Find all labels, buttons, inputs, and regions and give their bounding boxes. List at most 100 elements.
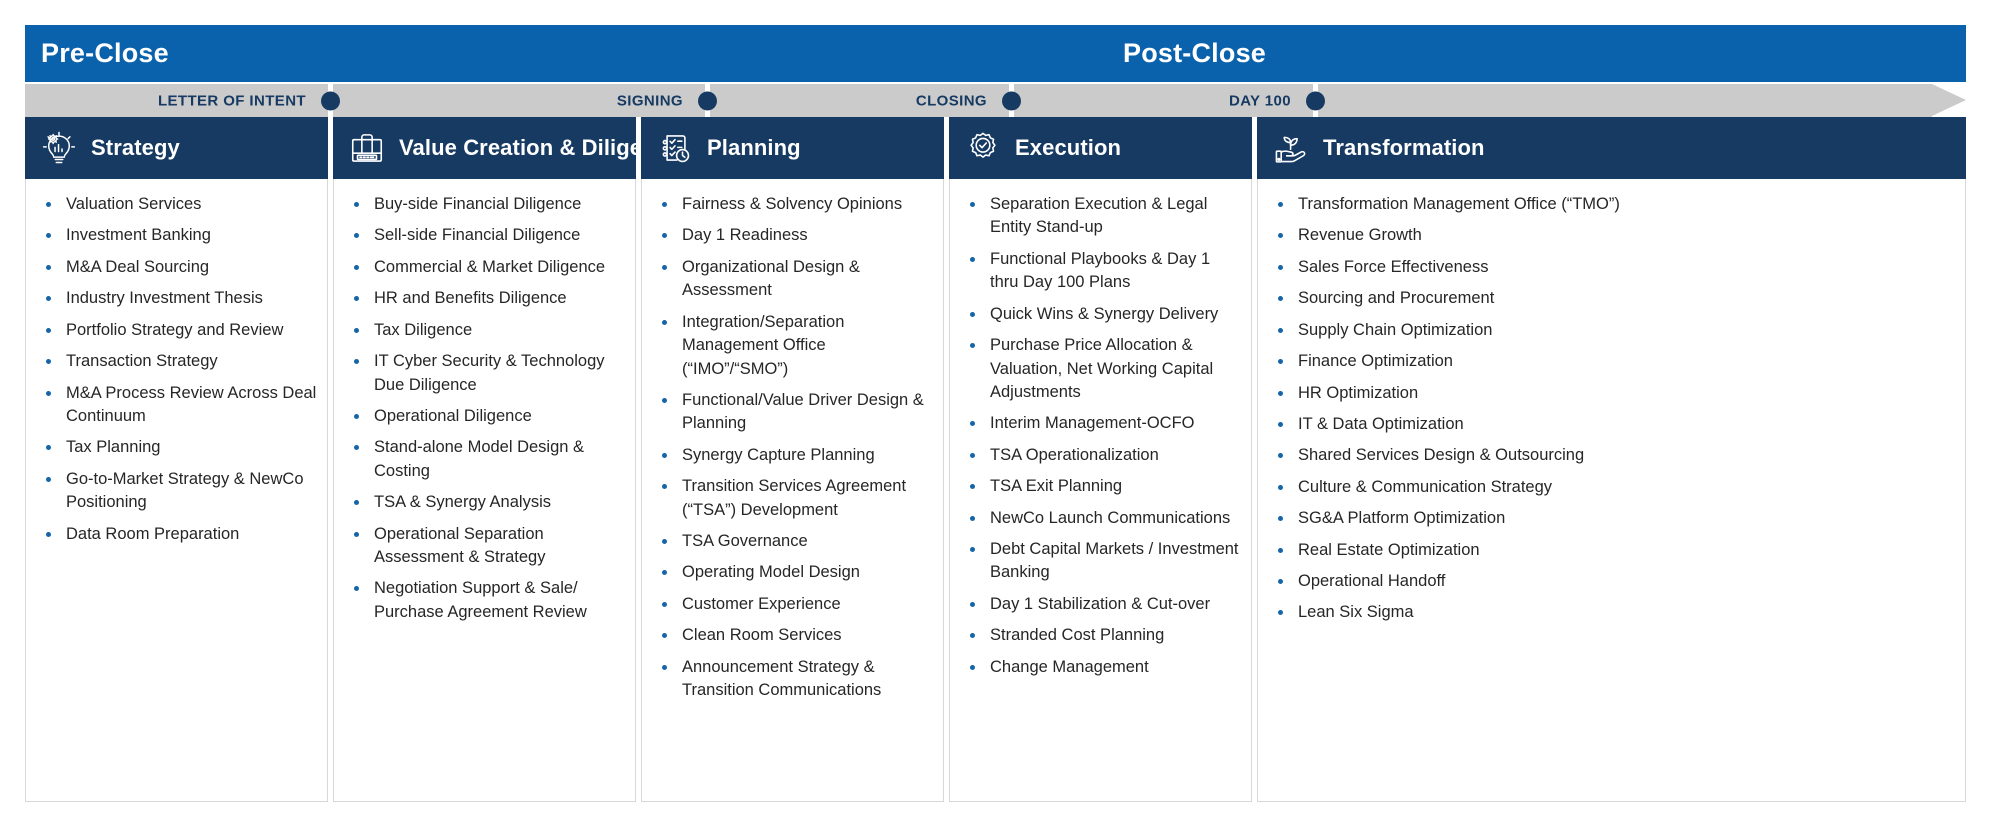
milestone-label: CLOSING [915, 92, 987, 109]
service-list-execution: Separation Execution & Legal Entity Stan… [960, 193, 1241, 679]
phase-pre-close: Pre-Close [25, 25, 423, 82]
phase-band: Pre-Close Post-Close [25, 25, 1966, 82]
column-header-planning: Planning [641, 117, 944, 179]
column-header-value-creation-diligence: Value Creation & Diligence [333, 117, 680, 179]
list-item: Stranded Cost Planning [960, 624, 1241, 647]
list-item: Operating Model Design [652, 561, 933, 584]
column-body-value-creation-diligence: Buy-side Financial Diligence Sell-side Fi… [333, 179, 636, 802]
list-item: Fairness & Solvency Opinions [652, 193, 933, 216]
list-item: Operational Diligence [344, 405, 625, 428]
column-title: Transformation [1323, 135, 1485, 160]
list-item: Functional/Value Driver Design & Plannin… [652, 389, 933, 436]
column-execution: Execution Separation Execution & Legal E… [949, 117, 1252, 802]
column-body-strategy: Valuation Services Investment Banking M&A … [25, 179, 328, 802]
list-item: SG&A Platform Optimization [1268, 507, 1955, 530]
list-item: Go-to-Market Strategy & NewCo Positionin… [36, 468, 317, 515]
list-item: Sourcing and Procurement [1268, 287, 1955, 310]
list-item: Lean Six Sigma [1268, 601, 1955, 624]
list-item: Integration/Separation Management Office… [652, 311, 933, 381]
column-title: Execution [1015, 135, 1122, 160]
list-item: Transaction Strategy [36, 350, 317, 373]
column-planning: Planning Fairness & Solvency Opinions Day… [641, 117, 944, 802]
list-item: Commercial & Market Diligence [344, 256, 625, 279]
list-item: Functional Playbooks & Day 1 thru Day 10… [960, 248, 1241, 295]
list-item: Operational Handoff [1268, 570, 1955, 593]
list-item: TSA Governance [652, 530, 933, 553]
phase-pre-close-label: Pre-Close [41, 38, 169, 68]
lightbulb-gear-chart-icon [39, 128, 79, 168]
list-item: Day 1 Readiness [652, 224, 933, 247]
gear-check-icon [963, 128, 1003, 168]
column-body-planning: Fairness & Solvency Opinions Day 1 Readin… [641, 179, 944, 802]
list-item: Finance Optimization [1268, 350, 1955, 373]
list-item: Organizational Design & Assessment [652, 256, 933, 303]
list-item: Real Estate Optimization [1268, 539, 1955, 562]
column-header-transformation: Transformation [1257, 117, 1966, 179]
list-item: Valuation Services [36, 193, 317, 216]
list-item: M&A Deal Sourcing [36, 256, 317, 279]
list-item: Tax Diligence [344, 319, 625, 342]
column-body-transformation: Transformation Management Office (“TMO”)… [1257, 179, 1966, 802]
list-item: Clean Room Services [652, 624, 933, 647]
list-item: TSA Operationalization [960, 444, 1241, 467]
list-item: Synergy Capture Planning [652, 444, 933, 467]
list-item: Transition Services Agreement (“TSA”) De… [652, 475, 933, 522]
list-item: Buy-side Financial Diligence [344, 193, 625, 216]
list-item: Culture & Communication Strategy [1268, 476, 1955, 499]
list-item: TSA Exit Planning [960, 475, 1241, 498]
list-item: IT & Data Optimization [1268, 413, 1955, 436]
service-list-strategy: Valuation Services Investment Banking M&A … [36, 193, 317, 546]
milestone-dot-icon [321, 91, 340, 110]
service-list-planning: Fairness & Solvency Opinions Day 1 Readin… [652, 193, 933, 703]
checklist-clock-icon [655, 128, 695, 168]
list-item: TSA & Synergy Analysis [344, 491, 625, 514]
list-item: Day 1 Stabilization & Cut-over [960, 593, 1241, 616]
list-item: Change Management [960, 656, 1241, 679]
column-transformation: Transformation Transformation Management… [1257, 117, 1966, 802]
milestone-label: SIGNING [616, 92, 683, 109]
list-item: Debt Capital Markets / Investment Bankin… [960, 538, 1241, 585]
hand-sprout-icon [1271, 128, 1311, 168]
list-item: Portfolio Strategy and Review [36, 319, 317, 342]
list-item: IT Cyber Security & Technology Due Dilig… [344, 350, 625, 397]
phase-columns: Strategy Valuation Services Investment Ba… [25, 117, 1966, 802]
service-list-value-creation-diligence: Buy-side Financial Diligence Sell-side Fi… [344, 193, 625, 624]
column-strategy: Strategy Valuation Services Investment Ba… [25, 117, 328, 802]
milestone-dot-icon [1002, 91, 1021, 110]
list-item: Sell-side Financial Diligence [344, 224, 625, 247]
list-item: Separation Execution & Legal Entity Stan… [960, 193, 1241, 240]
list-item: Supply Chain Optimization [1268, 319, 1955, 342]
list-item: Announcement Strategy & Transition Commu… [652, 656, 933, 703]
list-item: Shared Services Design & Outsourcing [1268, 444, 1955, 467]
column-title: Strategy [91, 135, 180, 160]
column-header-strategy: Strategy [25, 117, 328, 179]
column-title: Planning [707, 135, 801, 160]
column-title: Value Creation & Diligence [399, 135, 681, 160]
service-list-transformation: Transformation Management Office (“TMO”)… [1268, 193, 1955, 625]
list-item: Tax Planning [36, 436, 317, 459]
milestone-label: DAY 100 [1228, 92, 1291, 109]
list-item: Stand-alone Model Design & Costing [344, 436, 625, 483]
list-item: Purchase Price Allocation & Valuation, N… [960, 334, 1241, 404]
list-item: Industry Investment Thesis [36, 287, 317, 310]
phase-post-close: Post-Close [423, 25, 1966, 82]
list-item: Negotiation Support & Sale/ Purchase Agr… [344, 577, 625, 624]
list-item: M&A Process Review Across Deal Continuum [36, 382, 317, 429]
milestone-dot-icon [698, 91, 717, 110]
list-item: Quick Wins & Synergy Delivery [960, 303, 1241, 326]
ma-lifecycle-diagram: Pre-Close Post-Close LETTER OF INTENT SI… [0, 0, 2000, 828]
milestone-dot-icon [1306, 91, 1325, 110]
briefcase-icon [347, 128, 387, 168]
milestone-label: LETTER OF INTENT [157, 92, 306, 109]
column-value-creation-diligence: Value Creation & Diligence Buy-side Fina… [333, 117, 680, 802]
list-item: Revenue Growth [1268, 224, 1955, 247]
list-item: HR Optimization [1268, 382, 1955, 405]
list-item: Interim Management-OCFO [960, 412, 1241, 435]
timeline-bar: LETTER OF INTENT SIGNING CLOSING DAY 100 [25, 84, 1966, 117]
phase-post-close-label: Post-Close [1122, 38, 1267, 68]
list-item: NewCo Launch Communications [960, 507, 1241, 530]
timeline-arrow-icon [1932, 84, 1966, 116]
column-header-execution: Execution [949, 117, 1252, 179]
list-item: Data Room Preparation [36, 523, 317, 546]
list-item: Sales Force Effectiveness [1268, 256, 1955, 279]
